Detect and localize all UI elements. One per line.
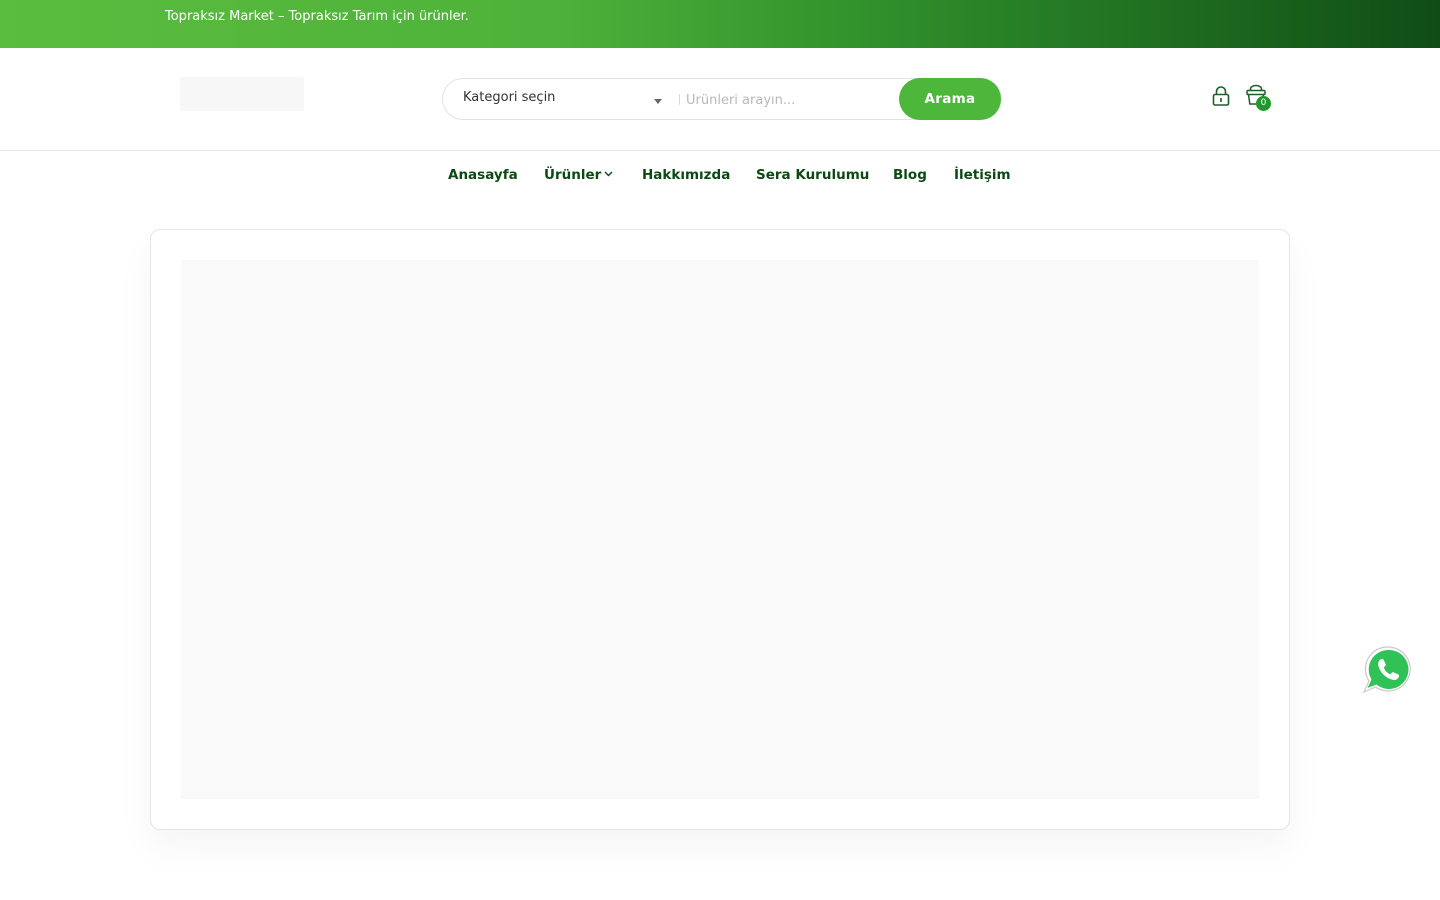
site-logo[interactable] (180, 77, 304, 111)
lock-icon[interactable] (1212, 85, 1230, 107)
category-select[interactable]: Kategori seçin (443, 79, 677, 119)
nav-item-sera-kurulumu[interactable]: Sera Kurulumu (756, 166, 869, 184)
site-tagline: Topraksız Market – Topraksız Tarım için … (165, 9, 469, 24)
search-button[interactable]: Arama (899, 78, 1001, 120)
main-content-card (150, 229, 1290, 830)
nav-item-iletisim[interactable]: İletişim (954, 166, 1011, 184)
main-navigation: Anasayfa Ürünler Hakkımızda Sera Kurulum… (0, 152, 1440, 198)
nav-item-urunler[interactable]: Ürünler (544, 166, 613, 184)
search-bar: Kategori seçin Arama (442, 78, 1002, 120)
search-input[interactable] (686, 87, 886, 113)
category-select-label: Kategori seçin (463, 90, 556, 105)
nav-item-blog[interactable]: Blog (893, 166, 927, 184)
cart-count-badge: 0 (1256, 96, 1271, 111)
content-image-placeholder (181, 260, 1259, 799)
whatsapp-icon[interactable] (1360, 642, 1416, 698)
chevron-down-icon (604, 171, 613, 177)
nav-item-hakkimizda[interactable]: Hakkımızda (642, 166, 730, 184)
search-divider (679, 94, 680, 105)
nav-item-anasayfa[interactable]: Anasayfa (448, 166, 518, 184)
top-announcement-bar: Topraksız Market – Topraksız Tarım için … (0, 0, 1440, 48)
nav-item-urunler-label: Ürünler (544, 167, 602, 183)
caret-down-icon (654, 99, 662, 104)
